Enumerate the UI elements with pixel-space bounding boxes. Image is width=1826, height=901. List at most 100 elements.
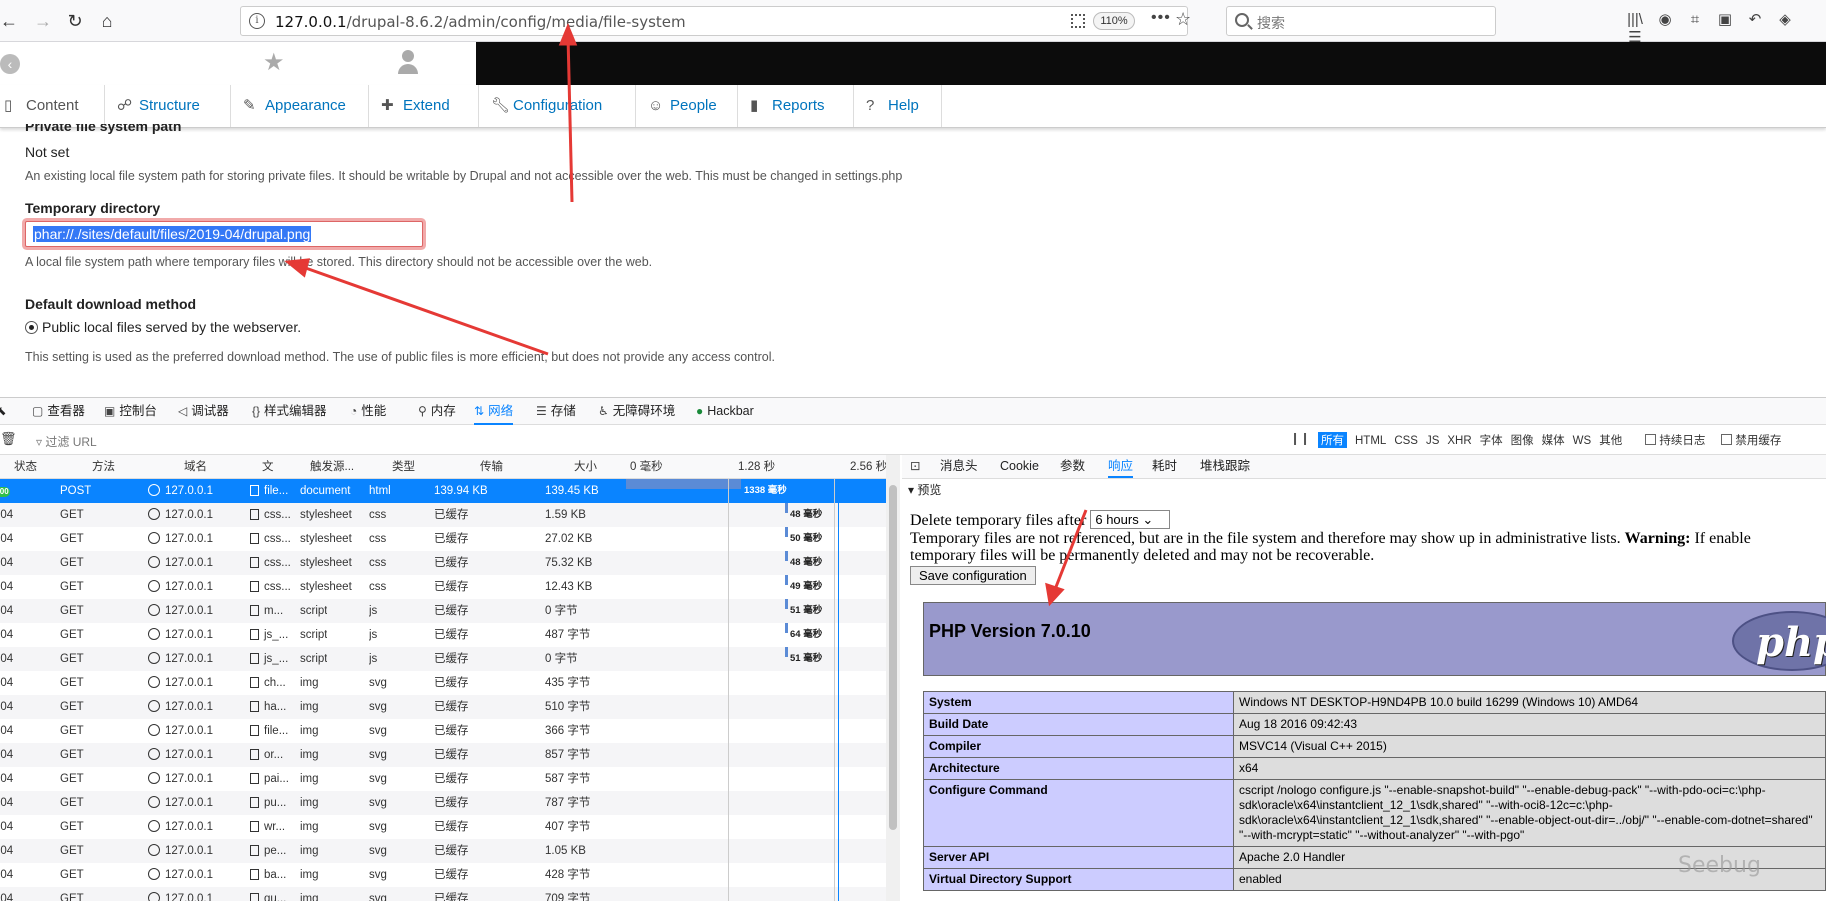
public-files-option[interactable]: Public local files served by the webserv… <box>42 319 301 335</box>
preview-toggle[interactable]: ▾ 预览 <box>908 481 941 498</box>
bookmark-star-icon[interactable]: ☆ <box>1175 9 1191 30</box>
tab-stack-trace[interactable]: 堆栈跟踪 <box>1200 455 1250 478</box>
table-row[interactable]: 304 GET 127.0.0.1 wr... img svg 已缓存 407 字节 <box>0 815 886 839</box>
temp-dir-value[interactable]: phar://./sites/default/files/2019-04/dru… <box>33 226 312 242</box>
back-icon[interactable]: ← <box>0 8 22 34</box>
url-text[interactable]: 127.0.0.1/drupal-8.6.2/admin/config/medi… <box>275 13 686 31</box>
menu-item-reports[interactable]: ▮ Reports <box>738 85 854 127</box>
tab-inspector[interactable]: ▢ 查看器 <box>32 398 85 425</box>
table-row[interactable]: 304 GET 127.0.0.1 ba... img svg 已缓存 428 字节 <box>0 863 886 887</box>
filter-all[interactable]: 所有 <box>1318 432 1347 448</box>
table-row[interactable]: 304 GET 127.0.0.1 css... stylesheet css 已缓存 75.… <box>0 551 886 575</box>
menu-item-people[interactable]: ☺ People <box>636 85 738 127</box>
table-row[interactable]: 304 GET 127.0.0.1 pai... img svg 已缓存 587 字节 <box>0 767 886 791</box>
filter-media[interactable]: 媒体 <box>1542 432 1565 448</box>
tab-timings[interactable]: 耗时 <box>1152 455 1177 478</box>
tab-headers[interactable]: 消息头 <box>940 455 978 478</box>
col-size[interactable]: 大小 <box>574 455 597 479</box>
toggle-panel-icon[interactable]: ⊡ <box>910 455 920 478</box>
table-row[interactable]: 304 GET 127.0.0.1 file... img svg 已缓存 366 字节 <box>0 719 886 743</box>
row-status: 304 <box>0 605 14 617</box>
search-placeholder: 搜索 <box>1257 15 1285 31</box>
pause-icon[interactable]: ❙❙ <box>1290 431 1310 445</box>
menu-item-structure[interactable]: ☍ Structure <box>105 85 231 127</box>
tab-storage[interactable]: ☰ 存储 <box>536 398 576 425</box>
tab-network[interactable]: ⇅ 网络 <box>474 398 514 425</box>
menu-item-extend[interactable]: ✚ Extend <box>369 85 479 127</box>
reload-icon[interactable]: ↻ <box>62 8 88 34</box>
forward-icon[interactable]: → <box>30 8 56 34</box>
filter-xhr[interactable]: XHR <box>1447 435 1471 447</box>
search-input[interactable]: 搜索 <box>1226 6 1496 36</box>
row-cause: img <box>300 893 319 901</box>
extension-icon[interactable]: ◈ <box>1770 10 1800 28</box>
menu-item-configuration[interactable]: 🔧︎ Configuration <box>479 85 636 127</box>
col-transfer[interactable]: 传输 <box>480 455 503 479</box>
table-row[interactable]: 304 GET 127.0.0.1 css... stylesheet css 已缓存 12.… <box>0 575 886 599</box>
tab-debugger[interactable]: ◁ 调试器 <box>178 398 229 425</box>
table-row[interactable]: 304 GET 127.0.0.1 ha... img svg 已缓存 510 字节 <box>0 695 886 719</box>
filter-js[interactable]: JS <box>1426 435 1439 447</box>
network-scrollbar[interactable] <box>886 455 900 901</box>
home-icon[interactable]: ⌂ <box>94 8 120 34</box>
tab-accessibility[interactable]: ♿︎ 无障碍环境 <box>598 398 675 425</box>
col-cause[interactable]: 触发源... <box>310 455 354 479</box>
col-file[interactable]: 文 <box>262 455 274 479</box>
menu-item-help[interactable]: ? Help <box>854 85 942 127</box>
filter-ws[interactable]: WS <box>1573 435 1592 447</box>
table-row[interactable]: 304 GET 127.0.0.1 js_... script js 已缓存 487 字节 64… <box>0 623 886 647</box>
filter-css[interactable]: CSS <box>1394 435 1418 447</box>
chat-icon[interactable]: ◉ <box>1650 10 1680 28</box>
undo-icon[interactable]: ↶ <box>1740 10 1770 28</box>
table-row[interactable]: 304 GET 127.0.0.1 pu... img svg 已缓存 787 字节 <box>0 791 886 815</box>
col-domain[interactable]: 域名 <box>184 455 207 479</box>
menu-item-appearance[interactable]: ✎ Appearance <box>231 85 369 127</box>
filter-images[interactable]: 图像 <box>1511 432 1534 448</box>
tab-params[interactable]: 参数 <box>1060 455 1085 478</box>
tab-memory[interactable]: ⚲ 内存 <box>418 398 456 425</box>
tab-response[interactable]: 响应 <box>1108 455 1134 478</box>
tab-cookie[interactable]: Cookie <box>1000 455 1039 478</box>
table-row[interactable]: 304 GET 127.0.0.1 js_... script js 已缓存 0 字节 51 毫… <box>0 647 886 671</box>
sidebar-icon[interactable]: ▣ <box>1710 10 1740 28</box>
trash-icon[interactable]: 🗑︎ <box>0 431 17 447</box>
table-row[interactable]: 304 GET 127.0.0.1 m... script js 已缓存 0 字节 51 毫秒 <box>0 599 886 623</box>
col-status[interactable]: 状态 <box>14 455 37 479</box>
disable-cache-checkbox[interactable]: 禁用缓存 <box>1721 432 1789 448</box>
library-icon[interactable]: |||\ <box>1620 11 1650 28</box>
table-row[interactable]: 304 GET 127.0.0.1 pe... img svg 已缓存 1.05 KB <box>0 839 886 863</box>
temp-dir-input[interactable]: phar://./sites/default/files/2019-04/dru… <box>25 221 423 247</box>
persist-log-checkbox[interactable]: 持续日志 <box>1645 432 1713 448</box>
filter-html[interactable]: HTML <box>1355 435 1386 447</box>
user-icon[interactable] <box>398 50 418 76</box>
tab-hackbar[interactable]: ● Hackbar <box>696 398 754 425</box>
tab-style-editor[interactable]: {} 样式编辑器 <box>252 398 327 425</box>
back-arrow-icon[interactable]: ‹ <box>0 54 20 74</box>
row-domain: 127.0.0.1 <box>148 887 213 901</box>
col-type[interactable]: 类型 <box>392 455 415 479</box>
shortcuts-star-icon[interactable]: ★ <box>263 48 285 77</box>
table-row[interactable]: 304 GET 127.0.0.1 or... img svg 已缓存 857 字节 <box>0 743 886 767</box>
more-icon[interactable]: ••• <box>1151 9 1171 27</box>
table-row[interactable]: 304 GET 127.0.0.1 qu... img svg 已缓存 709 字节 <box>0 887 886 901</box>
info-icon[interactable]: i <box>249 13 265 29</box>
pick-element-icon[interactable]: ⬉ <box>0 398 6 425</box>
qr-code-icon[interactable] <box>1071 14 1085 28</box>
filter-fonts[interactable]: 字体 <box>1480 432 1503 448</box>
public-files-radio[interactable] <box>25 321 38 334</box>
table-row[interactable]: 200 POST 127.0.0.1 file... document html 139.9… <box>0 479 886 503</box>
zoom-level[interactable]: 110% <box>1093 12 1135 30</box>
delete-temp-select[interactable]: 6 hours ⌄ <box>1090 510 1171 529</box>
filter-other[interactable]: 其他 <box>1599 432 1622 448</box>
crop-icon[interactable]: ⌗ <box>1680 11 1710 28</box>
url-bar[interactable]: i 127.0.0.1/drupal-8.6.2/admin/config/me… <box>240 6 1191 36</box>
tab-performance[interactable]: ◔ 性能 <box>350 398 386 425</box>
table-row[interactable]: 304 GET 127.0.0.1 ch... img svg 已缓存 435 字节 <box>0 671 886 695</box>
col-method[interactable]: 方法 <box>92 455 115 479</box>
filter-url-input[interactable]: ▿ 过滤 URL <box>36 433 97 450</box>
table-row[interactable]: 304 GET 127.0.0.1 css... stylesheet css 已缓存 27.… <box>0 527 886 551</box>
menu-item-content[interactable]: ▯ Content <box>0 85 105 127</box>
table-row[interactable]: 304 GET 127.0.0.1 css... stylesheet css 已缓存 1.5… <box>0 503 886 527</box>
tab-console[interactable]: ▣ 控制台 <box>104 398 157 425</box>
save-configuration-button[interactable]: Save configuration <box>910 566 1036 585</box>
